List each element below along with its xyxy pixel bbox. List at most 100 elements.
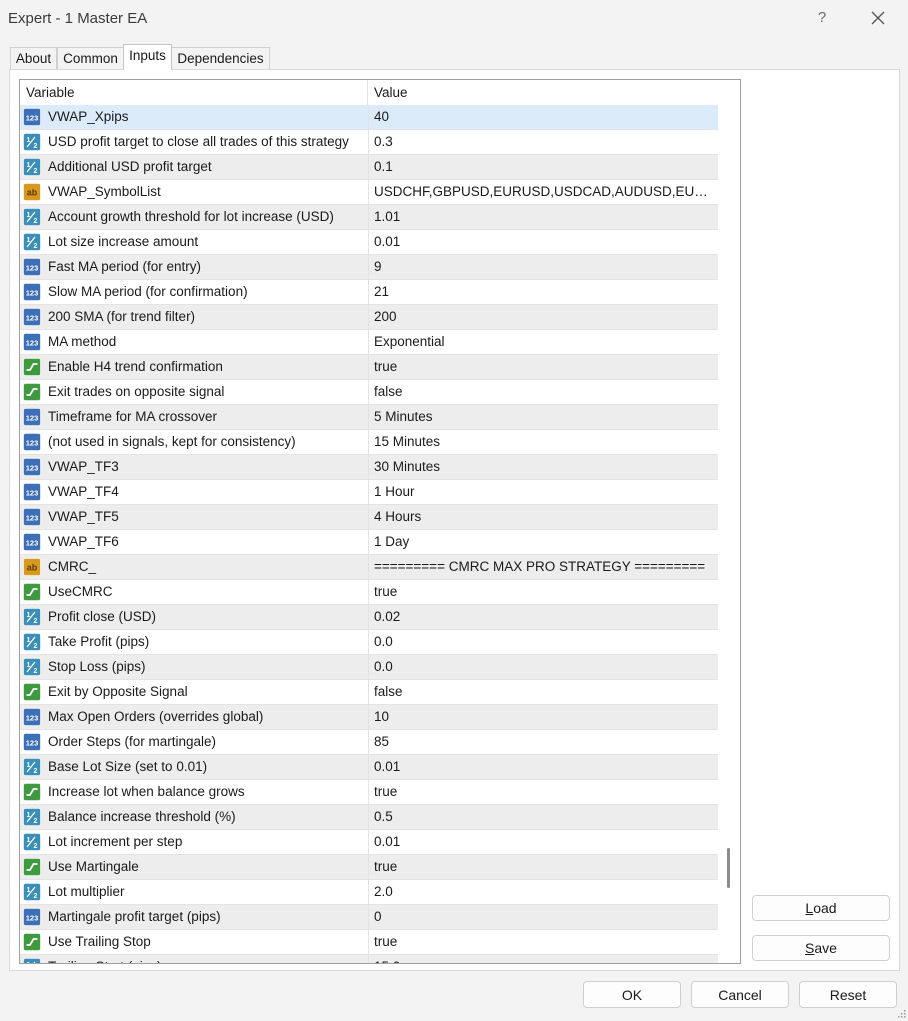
table-row[interactable]: 123 Order Steps (for martingale) 85 [20,730,718,755]
tab-common[interactable]: Common [57,47,124,69]
table-row[interactable]: UseCMRC true [20,580,718,605]
table-row[interactable]: 1 2 Base Lot Size (set to 0.01) 0.01 [20,755,718,780]
variable-value[interactable]: 30 Minutes [374,455,714,479]
variable-value[interactable]: false [374,380,714,404]
table-row[interactable]: 123 200 SMA (for trend filter) 200 [20,305,718,330]
vertical-scrollbar[interactable] [718,80,740,963]
load-button[interactable]: Load [752,895,890,921]
table-row[interactable]: 1 2 Additional USD profit target 0.1 [20,155,718,180]
svg-text:123: 123 [26,114,39,123]
integer-type-icon: 123 [23,733,41,751]
variable-value[interactable]: ========= CMRC MAX PRO STRATEGY ========… [374,555,714,579]
resize-grip-icon[interactable] [896,1006,906,1018]
variable-value[interactable]: true [374,855,714,879]
variable-name: Use Trailing Stop [48,934,151,949]
column-divider [368,805,369,829]
variable-value[interactable]: 0.0 [374,655,714,679]
table-row[interactable]: 1 2 Lot increment per step 0.01 [20,830,718,855]
column-divider [368,405,369,429]
variable-value[interactable]: 85 [374,730,714,754]
table-row[interactable]: Exit by Opposite Signal false [20,680,718,705]
save-button[interactable]: Save [752,935,890,961]
table-row[interactable]: 123 VWAP_TF6 1 Day [20,530,718,555]
variable-value[interactable]: 9 [374,255,714,279]
table-row[interactable]: 123 Max Open Orders (overrides global) 10 [20,705,718,730]
table-row[interactable]: Enable H4 trend confirmation true [20,355,718,380]
variable-value[interactable]: true [374,355,714,379]
table-row[interactable]: 1 2 Take Profit (pips) 0.0 [20,630,718,655]
table-row[interactable]: ab VWAP_SymbolList USDCHF,GBPUSD,EURUSD,US… [20,180,718,205]
table-row[interactable]: 1 2 Stop Loss (pips) 0.0 [20,655,718,680]
variable-value[interactable]: 15 Minutes [374,430,714,454]
table-row[interactable]: 123 VWAP_TF3 30 Minutes [20,455,718,480]
table-row[interactable]: 1 2 Lot size increase amount 0.01 [20,230,718,255]
reset-button[interactable]: Reset [799,981,897,1008]
table-row[interactable]: 1 2 USD profit target to close all trades … [20,130,718,155]
variable-value[interactable]: 1 Hour [374,480,714,504]
variable-value[interactable]: 40 [374,105,714,129]
double-type-icon: 12 [23,133,41,151]
svg-text:123: 123 [26,339,39,348]
table-row[interactable]: 123 Timeframe for MA crossover 5 Minutes [20,405,718,430]
table-row[interactable]: Use Trailing Stop true [20,930,718,955]
variable-value[interactable]: 0.1 [374,155,714,179]
variable-name: VWAP_TF5 [48,509,119,524]
table-row[interactable]: Exit trades on opposite signal false [20,380,718,405]
close-icon[interactable] [866,6,890,30]
table-row[interactable]: 123 Slow MA period (for confirmation) 21 [20,280,718,305]
variable-value[interactable]: 1.01 [374,205,714,229]
variable-name: Lot multiplier [48,884,125,899]
variable-value[interactable]: 10 [374,705,714,729]
help-button[interactable]: ? [812,8,832,28]
variable-value[interactable]: false [374,680,714,704]
table-row[interactable]: ab CMRC_ ========= CMRC MAX PRO STRATEGY =… [20,555,718,580]
integer-type-icon: 123 [23,533,41,551]
variable-value[interactable]: 0.0 [374,630,714,654]
variable-value[interactable]: 4 Hours [374,505,714,529]
table-row[interactable]: 1 2 Account growth threshold for lot incre… [20,205,718,230]
variable-value[interactable]: 0 [374,905,714,929]
variable-value[interactable]: USDCHF,GBPUSD,EURUSD,USDCAD,AUDUSD,EUR..… [374,180,714,204]
variable-value[interactable]: 21 [374,280,714,304]
variable-value[interactable]: 0.01 [374,755,714,779]
table-row[interactable]: 12 Trailing Start (pips) 15.0 [20,955,718,963]
variable-value[interactable]: 0.01 [374,230,714,254]
cancel-button[interactable]: Cancel [691,981,789,1008]
column-divider [368,355,369,379]
variable-value[interactable]: 2.0 [374,880,714,904]
variable-value[interactable]: 5 Minutes [374,405,714,429]
table-row[interactable]: 123 MA method Exponential [20,330,718,355]
table-row[interactable]: 123 (not used in signals, kept for consis… [20,430,718,455]
variable-value[interactable]: 200 [374,305,714,329]
variable-name: VWAP_TF3 [48,459,119,474]
variable-value[interactable]: true [374,780,714,804]
variable-value[interactable]: true [374,580,714,604]
table-row[interactable]: 1 2 Balance increase threshold (%) 0.5 [20,805,718,830]
table-row[interactable]: 123 Martingale profit target (pips) 0 [20,905,718,930]
table-row[interactable]: 123 VWAP_Xpips 40 [20,105,718,130]
table-row[interactable]: 1 2 Lot multiplier 2.0 [20,880,718,905]
variable-value[interactable]: 0.5 [374,805,714,829]
variable-value[interactable]: true [374,930,714,954]
column-divider [368,830,369,854]
tab-inputs[interactable]: Inputs [123,44,172,70]
column-header-variable[interactable]: Variable [20,80,368,105]
table-row[interactable]: Increase lot when balance grows true [20,780,718,805]
variable-value[interactable]: Exponential [374,330,714,354]
column-header-value[interactable]: Value [368,80,718,105]
table-row[interactable]: Use Martingale true [20,855,718,880]
column-divider [368,155,369,179]
table-row[interactable]: 123 VWAP_TF5 4 Hours [20,505,718,530]
variable-value[interactable]: 0.3 [374,130,714,154]
table-row[interactable]: 123 VWAP_TF4 1 Hour [20,480,718,505]
table-row[interactable]: 123 Fast MA period (for entry) 9 [20,255,718,280]
tab-about[interactable]: About [10,47,57,69]
variable-value[interactable]: 15.0 [374,955,714,963]
variable-value[interactable]: 0.02 [374,605,714,629]
ok-button[interactable]: OK [583,981,681,1008]
scrollbar-thumb[interactable] [727,848,730,888]
tab-dependencies[interactable]: Dependencies [171,47,270,69]
table-row[interactable]: 1 2 Profit close (USD) 0.02 [20,605,718,630]
variable-value[interactable]: 1 Day [374,530,714,554]
variable-value[interactable]: 0.01 [374,830,714,854]
